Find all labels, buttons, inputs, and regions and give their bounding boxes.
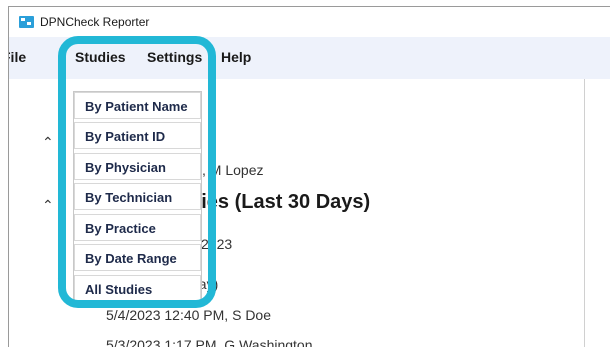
tree-collapse-icon[interactable]: ⌃: [42, 134, 54, 151]
menu-item-by-patient-id[interactable]: By Patient ID: [74, 122, 201, 149]
app-logo-icon: [19, 16, 34, 28]
tree-collapse-icon[interactable]: ⌃: [55, 273, 67, 290]
menu-item-by-technician[interactable]: By Technician: [74, 183, 201, 210]
date-entry: 2023: [201, 236, 233, 252]
study-entry[interactable]: 5/3/2023 1:17 PM, G Washington: [106, 337, 313, 347]
window-title: DPNCheck Reporter: [40, 15, 150, 29]
menu-studies[interactable]: Studies: [75, 49, 126, 65]
section-heading: dies (Last 30 Days): [189, 191, 371, 213]
menu-help[interactable]: Help: [221, 49, 251, 65]
menu-file[interactable]: File: [9, 49, 26, 65]
title-bar: DPNCheck Reporter: [9, 7, 610, 37]
menu-item-by-patient-name[interactable]: By Patient Name: [74, 92, 201, 119]
study-entry[interactable]: 5/4/2023 12:40 PM, S Doe: [106, 307, 271, 323]
menu-bar: File Studies Settings Help: [9, 37, 610, 79]
tree-collapse-icon[interactable]: ⌃: [42, 197, 54, 214]
menu-settings[interactable]: Settings: [147, 49, 202, 65]
studies-dropdown-menu: By Patient Name By Patient ID By Physici…: [73, 91, 202, 307]
menu-item-all-studies[interactable]: All Studies: [74, 275, 201, 302]
app-window: DPNCheck Reporter File Studies Settings …: [8, 6, 610, 347]
menu-item-by-physician[interactable]: By Physician: [74, 153, 201, 180]
menu-item-by-date-range[interactable]: By Date Range: [74, 244, 201, 271]
menu-item-by-practice[interactable]: By Practice: [74, 214, 201, 241]
